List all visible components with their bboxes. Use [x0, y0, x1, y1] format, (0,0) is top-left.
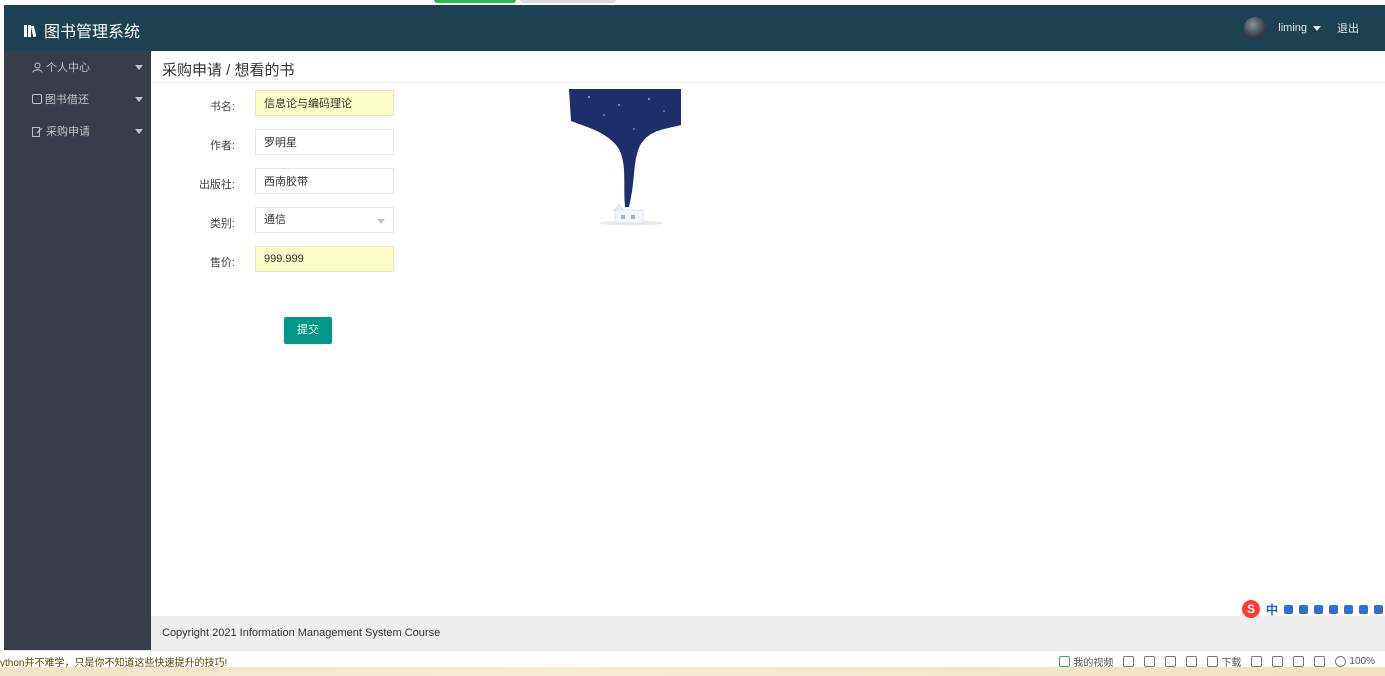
sidebar-item-book-borrow[interactable]: 图书借还: [4, 83, 151, 115]
sound-icon[interactable]: [1314, 656, 1326, 667]
breadcrumb: 采购申请 / 想看的书: [162, 62, 295, 79]
chevron-down-icon: [135, 65, 143, 70]
zoom-control[interactable]: 100%: [1335, 656, 1375, 667]
username: liming: [1278, 22, 1307, 34]
user-menu[interactable]: liming: [1278, 22, 1321, 34]
publisher-label: 出版社:: [198, 179, 235, 191]
header-user-area: liming 退出: [1244, 17, 1359, 39]
price-label: 售价:: [209, 257, 235, 269]
browser-icon[interactable]: [1272, 656, 1284, 667]
category-select[interactable]: 通信: [255, 207, 394, 233]
download-icon: [1207, 656, 1219, 667]
top-header: 图书管理系统 liming 退出: [4, 5, 1385, 51]
tools-icon[interactable]: [1251, 656, 1263, 667]
zoom-level: 100%: [1349, 656, 1375, 667]
copyright-text: Copyright 2021 Information Management Sy…: [162, 627, 441, 639]
ime-toolbar[interactable]: S 中: [1241, 600, 1383, 618]
sidebar-item-label: 图书借还: [45, 94, 89, 106]
ime-logo: S: [1241, 600, 1260, 618]
logout-link[interactable]: 退出: [1337, 20, 1359, 36]
form-row-publisher: 出版社:: [151, 168, 411, 198]
sidebar-item-purchase-request[interactable]: 采购申请: [4, 115, 151, 147]
avatar[interactable]: [1244, 17, 1267, 39]
price-input[interactable]: [255, 246, 394, 272]
sidebar: 个人中心 图书借还 采购申请: [4, 51, 151, 650]
punctuation-icon: [1284, 604, 1293, 614]
emoji-icon: [1299, 604, 1308, 614]
form-row-price: 售价:: [151, 246, 411, 276]
books-icon: [24, 24, 36, 37]
user-icon: [1344, 604, 1353, 614]
user-icon: [32, 62, 43, 73]
sidebar-item-label: 个人中心: [46, 62, 90, 74]
book-name-label: 书名:: [209, 101, 235, 113]
chevron-down-icon: [1313, 25, 1321, 31]
browser-tab-indicator: [520, 0, 616, 3]
zoom-icon: [1335, 656, 1347, 667]
browser-status-bar: ython并不难学，只是你不知道这些快速提升的技巧! 我的视频 下载 100%: [0, 650, 1385, 669]
edit-icon: [32, 126, 43, 137]
author-input[interactable]: [255, 129, 394, 155]
play-icon: [1059, 656, 1071, 667]
rocket-icon[interactable]: [1186, 656, 1198, 667]
chevron-down-icon: [377, 219, 385, 224]
category-selected-value: 通信: [264, 214, 286, 226]
form-row-author: 作者:: [151, 129, 411, 159]
author-label: 作者:: [209, 140, 235, 152]
divider: [151, 82, 1385, 83]
form-row-category: 类别: 通信: [151, 207, 411, 237]
shield-icon[interactable]: [1123, 656, 1135, 667]
grid-icon: [1374, 604, 1383, 614]
submit-button[interactable]: 提交: [284, 317, 332, 344]
browser-tab-active-indicator: [434, 0, 516, 3]
sidebar-item-label: 采购申请: [46, 126, 90, 138]
chevron-down-icon: [135, 97, 143, 102]
app-logo[interactable]: 图书管理系统: [24, 18, 140, 42]
night-sky-house-illustration: [569, 89, 681, 226]
book-name-input[interactable]: [255, 90, 394, 116]
heart-icon[interactable]: [1165, 656, 1177, 667]
book-icon: [32, 94, 42, 104]
taskbar-strip: [0, 667, 1385, 676]
sidebar-item-personal-center[interactable]: 个人中心: [4, 51, 151, 83]
image-icon[interactable]: [1144, 656, 1156, 667]
chevron-down-icon: [135, 129, 143, 134]
form-row-book-name: 书名:: [151, 90, 411, 120]
category-label: 类别:: [209, 218, 235, 230]
window-icon[interactable]: [1293, 656, 1305, 667]
main-content: 采购申请 / 想看的书 书名: 作者: 出版社: 类别: 通信 售价: 提交: [151, 51, 1385, 616]
microphone-icon: [1314, 604, 1323, 614]
publisher-input[interactable]: [255, 168, 394, 194]
app-title: 图书管理系统: [44, 24, 141, 41]
ime-mode-label: 中: [1265, 602, 1278, 617]
skin-icon: [1359, 604, 1368, 614]
footer: Copyright 2021 Information Management Sy…: [151, 616, 1385, 650]
keyboard-icon: [1329, 604, 1338, 614]
